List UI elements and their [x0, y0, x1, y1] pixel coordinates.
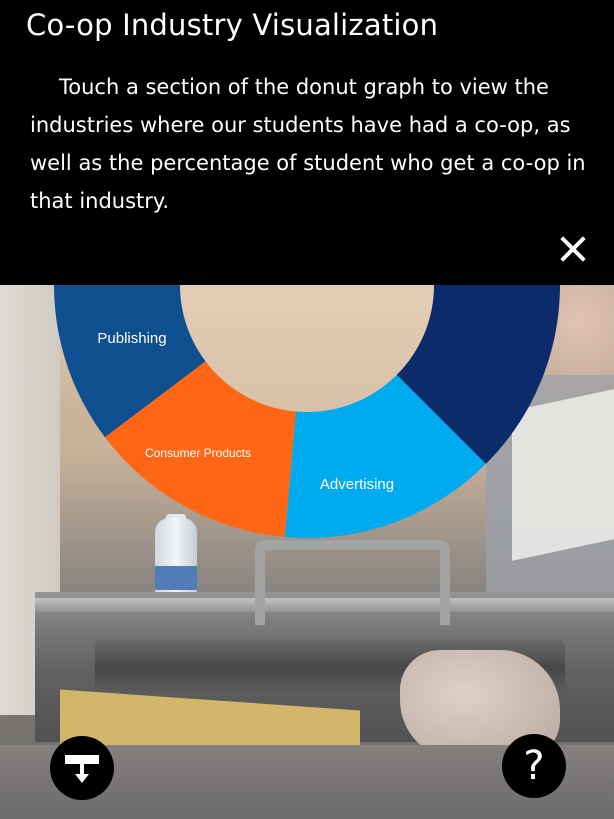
instructions-panel: Co-op Industry Visualization Touch a sec… [0, 0, 614, 285]
help-icon: ? [523, 743, 545, 789]
label-advertising: Advertising [320, 476, 394, 493]
label-publishing: Publishing [97, 330, 166, 347]
page-title: Co-op Industry Visualization [26, 8, 439, 42]
instructions-text: Touch a section of the donut graph to vi… [30, 75, 586, 213]
download-button[interactable] [50, 736, 114, 800]
download-icon [65, 755, 99, 783]
label-consumer-products: Consumer Products [145, 446, 251, 460]
help-button[interactable]: ? [502, 734, 566, 798]
app-screen: Publishing Consumer Products Advertising C… [0, 0, 614, 819]
close-icon[interactable] [556, 232, 590, 266]
